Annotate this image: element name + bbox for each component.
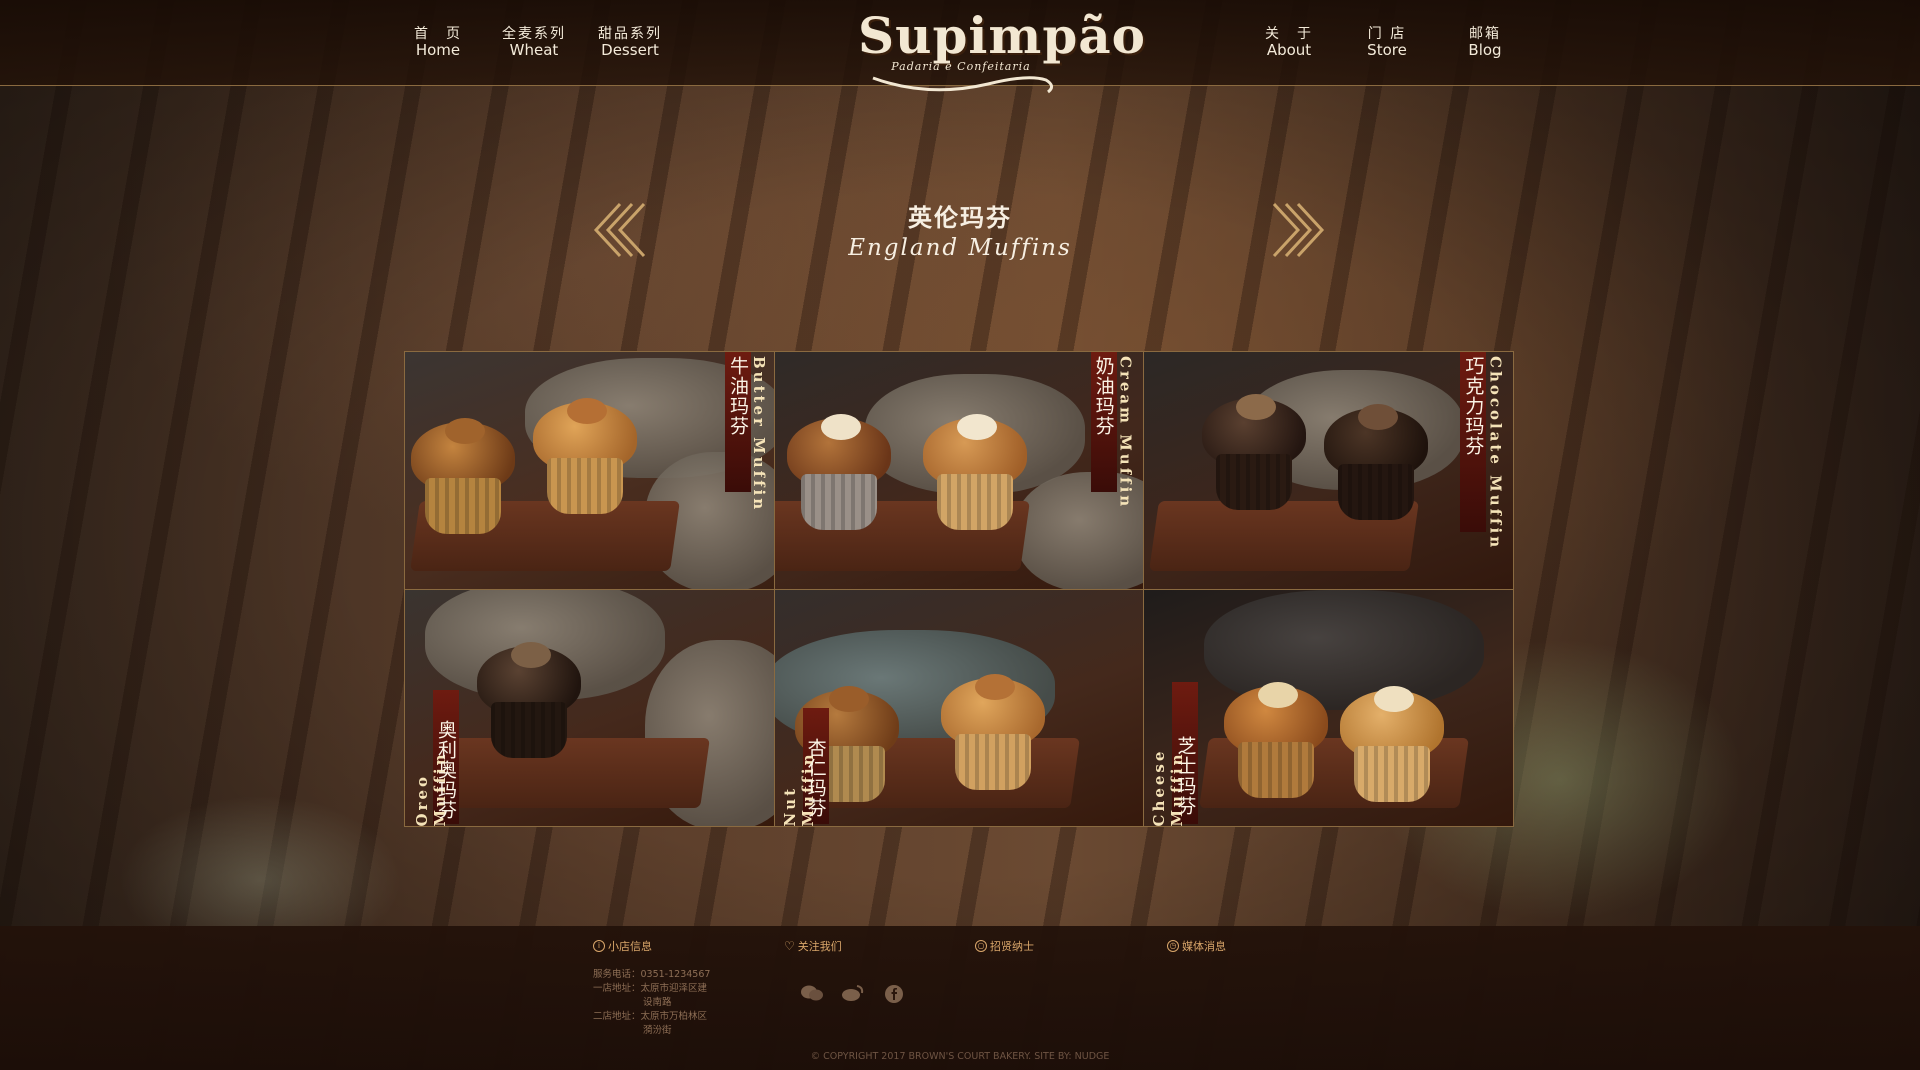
prev-arrow-icon[interactable]: [592, 200, 648, 264]
footer-heading-media[interactable]: ◷ 媒体消息: [1167, 938, 1226, 954]
nav-label-zh: 甜品系列: [598, 26, 662, 42]
store2-address-cont: 漪汾街: [643, 1025, 672, 1036]
nav-label-zh: 首 页: [414, 26, 462, 42]
nav-blog[interactable]: 邮箱 Blog: [1436, 26, 1534, 58]
footer-heading-follow[interactable]: ♡ 关注我们: [784, 938, 842, 954]
footer-heading-label: 小店信息: [608, 940, 652, 953]
nav-label-en: Store: [1367, 41, 1407, 59]
search-icon: ○: [975, 940, 987, 952]
muffin-image: [533, 398, 637, 520]
product-name-zh: 奥利奥玛芬: [435, 719, 457, 820]
footer-heading-jobs[interactable]: ○ 招贤纳士: [975, 938, 1034, 954]
product-card-chocolate[interactable]: 巧克力玛芬 Chocolate Muffin: [1144, 352, 1513, 589]
product-card-cream[interactable]: 奶油玛芬 Cream Muffin: [774, 352, 1144, 589]
product-name-zh: 奶油玛芬: [1092, 356, 1115, 436]
nav-label-en: Dessert: [601, 41, 659, 59]
heart-icon: ♡: [784, 939, 795, 953]
nav-right: 关 于 About 门 店 Store 邮箱 Blog: [1240, 26, 1534, 58]
weibo-icon[interactable]: [841, 984, 865, 1002]
section-title-zh: 英伦玛芬: [908, 204, 1012, 232]
muffin-image: [922, 414, 1027, 536]
product-grid: 牛油玛芬 Butter Muffin 奶油玛芬 Cream Muffin 巧克力…: [404, 351, 1514, 827]
info-icon: i: [593, 940, 605, 952]
store-info: 服务电话：0351-1234567 一店地址：太原市迎泽区建 设南路 二店地址：…: [593, 968, 710, 1038]
next-arrow-icon[interactable]: [1270, 200, 1326, 264]
wechat-icon[interactable]: [800, 984, 824, 1002]
nav-home[interactable]: 首 页 Home: [390, 26, 486, 58]
product-name-en: Butter Muffin: [750, 356, 768, 513]
muffin-image: [1324, 404, 1429, 526]
product-card-cheese[interactable]: Cheese Muffin 芝士玛芬: [1144, 589, 1513, 826]
store2-address: 二店地址：太原市万柏林区: [593, 1011, 708, 1022]
product-name-en: Chocolate Muffin: [1486, 356, 1505, 551]
nav-label-zh: 关 于: [1265, 26, 1313, 42]
nav-label-en: Wheat: [509, 41, 559, 59]
footer-heading-label: 招贤纳士: [990, 940, 1034, 953]
muffin-image: [940, 673, 1045, 796]
muffin-image: [411, 418, 515, 540]
muffin-image: [1340, 685, 1445, 808]
muffin-image: [1202, 394, 1307, 516]
product-name-zh: 杏仁玛芬: [804, 737, 827, 818]
store1-address: 一店地址：太原市迎泽区建: [593, 983, 708, 994]
nav-wheat[interactable]: 全麦系列 Wheat: [486, 26, 582, 58]
product-name-zh: 巧克力玛芬: [1462, 356, 1485, 456]
muffin-image: [1224, 681, 1329, 804]
nav-label-zh: 邮箱: [1469, 26, 1501, 42]
section-title-en: England Muffins: [848, 235, 1072, 261]
footer-heading-label: 关注我们: [797, 940, 842, 953]
nav-dessert[interactable]: 甜品系列 Dessert: [582, 26, 678, 58]
product-card-oreo[interactable]: Oreo Muffin 奥利奥玛芬: [405, 589, 774, 826]
logo-flourish-icon: [872, 76, 1053, 94]
copyright: © COPYRIGHT 2017 BROWN'S COURT BAKERY. S…: [810, 1051, 1110, 1062]
product-name-zh: 芝士玛芬: [1174, 735, 1197, 816]
muffin-image: [477, 641, 581, 764]
nav-left: 首 页 Home 全麦系列 Wheat 甜品系列 Dessert: [390, 26, 678, 58]
footer: i 小店信息 ♡ 关注我们 ○ 招贤纳士 ◷ 媒体消息 服务电话：0351-12…: [0, 926, 1920, 1070]
nav-store[interactable]: 门 店 Store: [1338, 26, 1436, 58]
nav-label-zh: 门 店: [1367, 26, 1407, 42]
facebook-icon[interactable]: [882, 984, 906, 1003]
store1-address-cont: 设南路: [643, 997, 672, 1008]
logo-wordmark: Supimpão: [858, 6, 1147, 65]
nav-label-en: Home: [415, 41, 461, 59]
muffin-image: [786, 414, 891, 536]
logo[interactable]: Supimpão Padaria e Confeitaria: [858, 4, 1147, 104]
product-card-butter[interactable]: 牛油玛芬 Butter Muffin: [405, 352, 774, 589]
nav-label-en: Blog: [1468, 41, 1502, 59]
nav-label-zh: 全麦系列: [502, 26, 566, 42]
nav-about[interactable]: 关 于 About: [1240, 26, 1338, 58]
footer-heading-store-info[interactable]: i 小店信息: [593, 938, 652, 954]
product-name-zh: 牛油玛芬: [727, 356, 749, 436]
section-title: 英伦玛芬 England Muffins: [760, 198, 1160, 261]
nav-label-en: About: [1266, 41, 1312, 59]
store-phone: 服务电话：0351-1234567: [593, 969, 711, 980]
footer-heading-label: 媒体消息: [1182, 940, 1226, 953]
product-card-nut[interactable]: Nut Muffin 杏仁玛芬: [774, 589, 1144, 826]
media-icon: ◷: [1167, 940, 1179, 952]
product-name-en: Cream Muffin: [1116, 356, 1135, 510]
header: 首 页 Home 全麦系列 Wheat 甜品系列 Dessert Supimpã…: [0, 0, 1920, 94]
